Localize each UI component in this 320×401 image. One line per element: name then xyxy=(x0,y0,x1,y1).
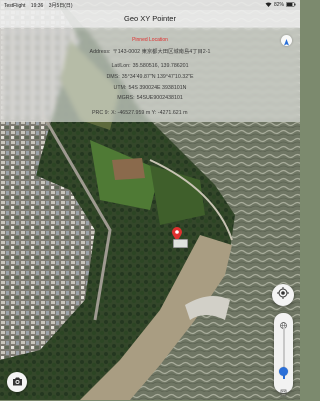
compass-arrow-icon xyxy=(281,35,292,52)
battery-icon xyxy=(286,1,296,9)
pin-marker-box xyxy=(173,239,188,248)
time-label: 19:36 xyxy=(30,2,44,9)
globe-icon xyxy=(280,316,287,329)
compass-button[interactable] xyxy=(281,35,292,46)
mgrs-row: MGRS: 54SUE9002438101 xyxy=(0,95,300,101)
address-label: Address: xyxy=(89,49,111,55)
navigation-bar: Geo XY Pointer xyxy=(0,10,300,28)
prc-row: PRC 9: X: -46527.959 m Y: -4271.621 m xyxy=(92,110,188,116)
address-row: Address: 〒143-0002 東京都大田区城南島4丁目2-1 xyxy=(0,47,300,55)
battery-percent: 82% xyxy=(273,2,284,8)
wifi-icon xyxy=(265,2,272,9)
dms-value: 35°34'49.87"N 139°47'10.32"E xyxy=(121,74,194,80)
dms-row: DMS: 35°34'49.87"N 139°47'10.32"E xyxy=(0,74,300,80)
dms-label: DMS: xyxy=(106,74,120,80)
camera-icon xyxy=(12,373,23,391)
mgrs-value: 54SUE9002438101 xyxy=(136,95,183,101)
date-label: 3月5日(日) xyxy=(48,2,73,9)
carrier-label: TestFlight xyxy=(4,2,26,9)
app-title: Geo XY Pointer xyxy=(124,14,176,23)
latlon-label: Lat/Lon: xyxy=(111,63,131,69)
latlon-row: Lat/Lon: 35.580516, 139.786201 xyxy=(0,63,300,69)
mgrs-label: MGRS: xyxy=(117,95,135,101)
address-value: 〒143-0002 東京都大田区城南島4丁目2-1 xyxy=(112,49,211,55)
status-bar-left: TestFlight 19:36 3月5日(日) xyxy=(4,2,77,9)
pinned-location-label: Pinned Location xyxy=(132,37,168,43)
utm-value: 54S 390024E 3938101N xyxy=(128,85,187,91)
zoom-slider[interactable] xyxy=(274,313,293,397)
locate-button[interactable] xyxy=(272,284,294,306)
crosshair-locate-icon xyxy=(277,286,289,304)
zoom-slider-thumb[interactable] xyxy=(279,366,288,376)
latlon-value: 35.580516, 139.786201 xyxy=(132,63,189,69)
location-info-panel: Pinned Location Address: 〒143-0002 東京都大田区… xyxy=(0,27,300,122)
building-icon xyxy=(280,383,287,397)
status-bar-right: 82% xyxy=(265,1,296,9)
prc-label: PRC 9: xyxy=(92,110,110,116)
utm-row: UTM: 54S 390024E 3938101N xyxy=(0,85,300,91)
status-bar: TestFlight 19:36 3月5日(日) 82% xyxy=(0,0,300,10)
prc-value: X: -46527.959 m Y: -4271.621 m xyxy=(111,110,188,116)
utm-label: UTM: xyxy=(113,85,127,91)
camera-button[interactable] xyxy=(7,372,27,392)
